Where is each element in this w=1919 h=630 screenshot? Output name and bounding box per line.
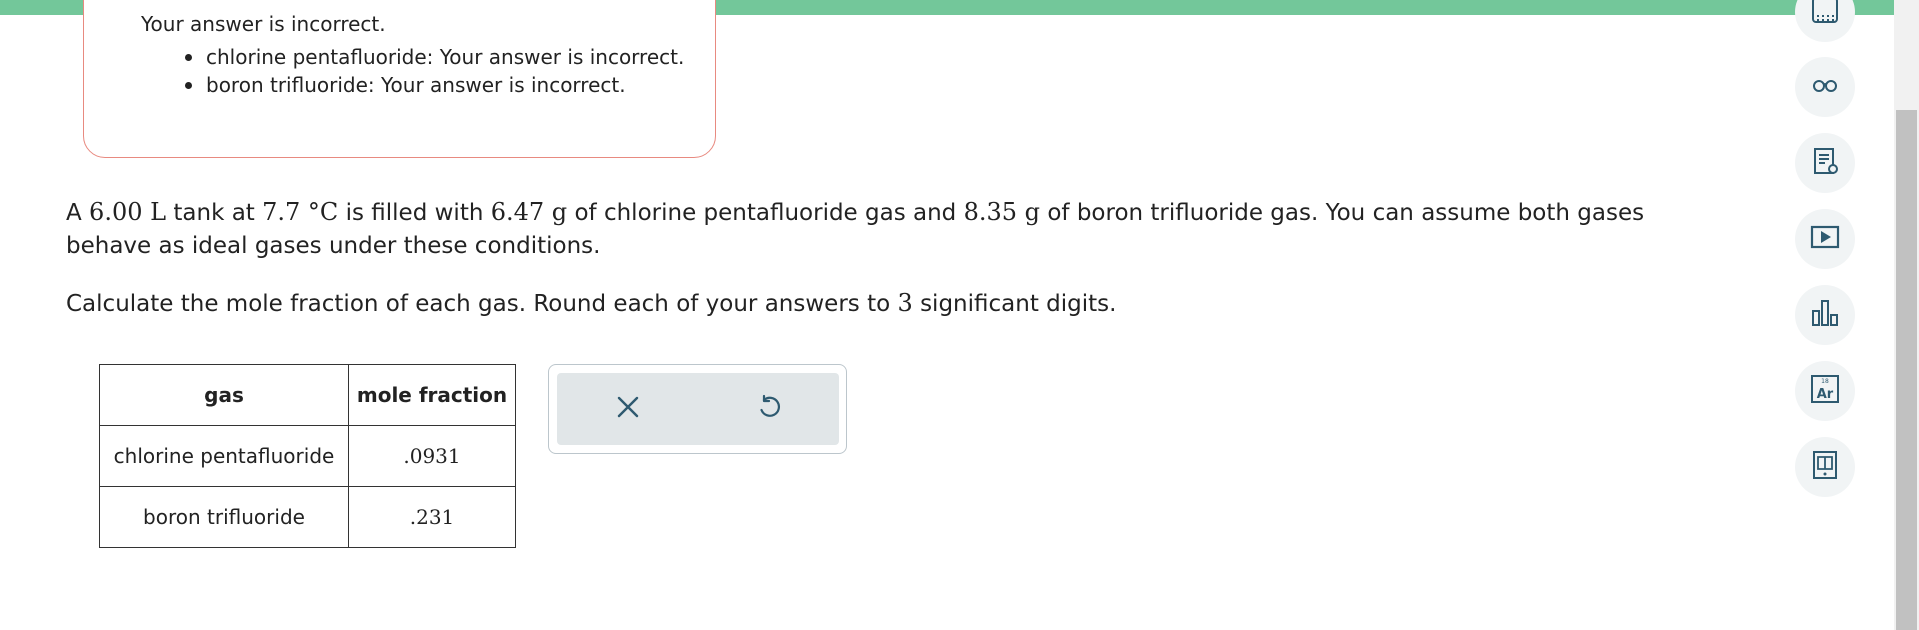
answer-table: gas mole fraction chlorine pentafluoride… xyxy=(99,364,516,548)
chart-button[interactable] xyxy=(1795,285,1855,345)
feedback-item: chlorine pentafluoride: Your answer is i… xyxy=(184,43,684,71)
periodic-table-icon: 18 Ar xyxy=(1809,373,1841,409)
undo-icon xyxy=(756,394,782,424)
clear-button[interactable] xyxy=(557,373,698,445)
answer-cell[interactable]: .231 xyxy=(348,486,516,548)
answer-toolbox xyxy=(548,364,847,454)
mole-fraction-input[interactable]: .0931 xyxy=(403,444,460,468)
mole-fraction-input[interactable]: .231 xyxy=(410,505,455,529)
feedback-heading: Your answer is incorrect. xyxy=(141,12,386,36)
video-button[interactable] xyxy=(1795,209,1855,269)
tool-rail: 18 Ar xyxy=(1795,0,1855,630)
table-row: chlorine pentafluoride .0931 xyxy=(99,425,516,487)
textbook-button[interactable] xyxy=(1795,437,1855,497)
notes-button[interactable] xyxy=(1795,133,1855,193)
gas-name-cell: chlorine pentafluoride xyxy=(99,425,349,487)
calculator-icon xyxy=(1809,0,1841,30)
svg-text:Ar: Ar xyxy=(1817,387,1834,402)
chart-icon xyxy=(1809,297,1841,333)
problem-statement: A 6.00 L tank at 7.7 °C is filled with 6… xyxy=(66,198,1645,259)
textbook-icon xyxy=(1809,449,1841,485)
notes-icon xyxy=(1809,145,1841,181)
answer-cell[interactable]: .0931 xyxy=(348,425,516,487)
instructions: Calculate the mole fraction of each gas.… xyxy=(66,289,1117,317)
volume-value: 6.00 L xyxy=(89,198,167,226)
reading-glasses-button[interactable] xyxy=(1795,57,1855,117)
sig-digits-value: 3 xyxy=(897,289,913,317)
mass-value: 8.35 g xyxy=(963,198,1041,226)
svg-text:18: 18 xyxy=(1821,378,1829,385)
undo-button[interactable] xyxy=(698,373,839,445)
feedback-panel: Your answer is incorrect. chlorine penta… xyxy=(83,0,716,158)
toolbox-buttons xyxy=(557,373,839,445)
glasses-icon xyxy=(1809,69,1841,105)
feedback-list: chlorine pentafluoride: Your answer is i… xyxy=(184,43,684,99)
column-header-mole-fraction: mole fraction xyxy=(348,364,516,426)
x-icon xyxy=(616,395,640,423)
video-icon xyxy=(1809,221,1841,257)
gas-name-cell: boron trifluoride xyxy=(99,486,349,548)
column-header-gas: gas xyxy=(99,364,349,426)
mass-value: 6.47 g xyxy=(490,198,568,226)
feedback-item: boron trifluoride: Your answer is incorr… xyxy=(184,71,684,99)
calculator-button[interactable] xyxy=(1795,0,1855,42)
table-header-row: gas mole fraction xyxy=(99,364,516,426)
scrollbar-thumb[interactable] xyxy=(1896,110,1917,630)
temperature-value: 7.7 °C xyxy=(262,198,339,226)
table-row: boron trifluoride .231 xyxy=(99,486,516,548)
periodic-table-button[interactable]: 18 Ar xyxy=(1795,361,1855,421)
